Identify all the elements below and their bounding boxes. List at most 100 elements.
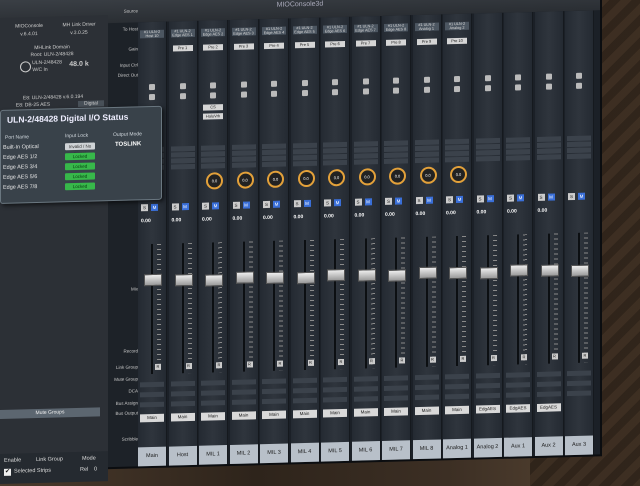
fader-cap[interactable] (296, 271, 315, 285)
group-slot[interactable] (170, 400, 195, 407)
selected-strips-checkbox[interactable]: ✔ (4, 468, 11, 476)
group-slot[interactable] (353, 376, 378, 382)
eq-slot[interactable] (353, 141, 378, 147)
eq-slot[interactable] (445, 138, 469, 145)
solo-button[interactable]: S (476, 195, 484, 203)
fader-cap[interactable] (144, 273, 162, 287)
bus-output-button[interactable]: Main (231, 411, 256, 420)
to-host-toggle[interactable] (484, 75, 491, 82)
group-slot[interactable] (170, 390, 195, 397)
group-slot[interactable] (536, 381, 561, 387)
eq-slot[interactable] (384, 152, 408, 158)
eq-slot[interactable] (323, 141, 347, 148)
eq-slot[interactable] (475, 155, 500, 162)
scribble-strip[interactable]: MIL 6 (351, 441, 380, 461)
group-slot[interactable] (140, 391, 164, 398)
bus-output-button[interactable]: Main (353, 408, 378, 417)
strip-preamp-button[interactable]: Pre 7 (355, 40, 376, 47)
eq-slot[interactable] (292, 142, 317, 149)
group-slot[interactable] (536, 391, 561, 397)
eq-slot[interactable] (536, 136, 561, 142)
to-host-toggle[interactable] (545, 73, 552, 80)
record-button[interactable]: R (582, 352, 588, 359)
eq-slot[interactable] (414, 139, 439, 146)
to-host-toggle[interactable] (149, 83, 155, 91)
group-slot[interactable] (567, 380, 591, 387)
record-button[interactable]: R (338, 358, 344, 366)
record-button[interactable]: R (490, 354, 497, 362)
group-slot[interactable] (262, 378, 286, 385)
eq-slot[interactable] (231, 150, 256, 156)
scribble-strip[interactable]: MIL 2 (229, 444, 258, 464)
fader-cap[interactable] (205, 274, 223, 287)
fader-cap[interactable] (266, 271, 284, 285)
bus-output-button[interactable]: Main (170, 412, 195, 422)
record-button[interactable]: R (277, 360, 283, 367)
group-slot[interactable] (353, 396, 378, 402)
group-slot[interactable] (262, 398, 286, 405)
record-button[interactable]: R (368, 358, 375, 365)
scribble-strip[interactable]: Aux 1 (504, 437, 532, 457)
fader-cap[interactable] (418, 266, 437, 280)
group-slot[interactable] (475, 372, 500, 379)
eq-slot[interactable] (262, 143, 286, 150)
fader-cap[interactable] (540, 264, 559, 277)
strip-source[interactable]: #1 ULN-2 Edge AES 3 (231, 27, 256, 36)
fader-cap[interactable] (510, 264, 528, 277)
input-ctrl-toggle[interactable] (454, 85, 460, 93)
bus-output-button[interactable]: Main (140, 413, 164, 423)
group-slot[interactable] (323, 376, 347, 383)
fader-cap[interactable] (479, 266, 498, 280)
eq-slot[interactable] (292, 148, 317, 155)
eq-slot[interactable] (201, 157, 225, 163)
solo-button[interactable]: S (171, 203, 179, 211)
bus-output-button[interactable]: Main (414, 406, 439, 416)
group-slot[interactable] (506, 392, 530, 398)
group-slot[interactable] (201, 400, 225, 406)
fader-cap[interactable] (327, 268, 345, 282)
eq-slot[interactable] (506, 137, 530, 143)
eq-slot[interactable] (323, 159, 347, 166)
mute-button[interactable]: M (517, 194, 524, 202)
mute-button[interactable]: M (181, 203, 189, 211)
group-slot[interactable] (445, 393, 469, 400)
bus-output-button[interactable]: Main (323, 408, 347, 418)
record-button[interactable]: R (429, 356, 436, 363)
group-slot[interactable] (323, 396, 347, 403)
input-ctrl-toggle[interactable] (484, 85, 491, 92)
bus-output-button[interactable]: Main (445, 405, 469, 415)
fader-cap[interactable] (449, 266, 467, 280)
scribble-strip[interactable]: MIL 1 (199, 445, 227, 465)
scribble-strip[interactable]: Aux 3 (565, 435, 593, 456)
strip-source[interactable]: #1 ULN-2 Host 10 (140, 29, 164, 39)
eq-slot[interactable] (323, 153, 347, 160)
strip-preamp-button[interactable]: Pre 5 (294, 41, 315, 49)
group-slot[interactable] (231, 379, 256, 385)
input-ctrl-toggle[interactable] (515, 84, 521, 91)
input-ctrl-toggle[interactable] (545, 83, 552, 90)
to-host-toggle[interactable] (576, 72, 582, 79)
eq-slot[interactable] (445, 150, 469, 157)
input-ctrl-toggle[interactable] (301, 89, 308, 97)
mute-button[interactable]: M (486, 195, 494, 203)
group-slot[interactable] (475, 382, 500, 389)
solo-button[interactable]: S (232, 201, 240, 209)
mute-button[interactable]: M (212, 202, 219, 210)
mute-button[interactable]: M (547, 193, 555, 201)
solo-button[interactable]: S (354, 198, 362, 206)
eq-slot[interactable] (353, 159, 378, 165)
eq-slot[interactable] (567, 141, 591, 148)
group-slot[interactable] (201, 380, 225, 386)
group-slot[interactable] (506, 372, 530, 378)
group-slot[interactable] (140, 401, 164, 408)
pan-knob[interactable]: 0.0 (450, 165, 467, 184)
eq-slot[interactable] (170, 145, 195, 152)
pan-knob[interactable]: 0.0 (358, 168, 376, 186)
solo-button[interactable]: S (568, 192, 575, 201)
scribble-strip[interactable]: Host (168, 445, 197, 466)
eq-slot[interactable] (292, 154, 317, 161)
input-ctrl-toggle[interactable] (362, 88, 369, 95)
input-ctrl-toggle[interactable] (332, 89, 338, 96)
eq-slot[interactable] (201, 151, 225, 157)
to-host-toggle[interactable] (362, 78, 369, 85)
